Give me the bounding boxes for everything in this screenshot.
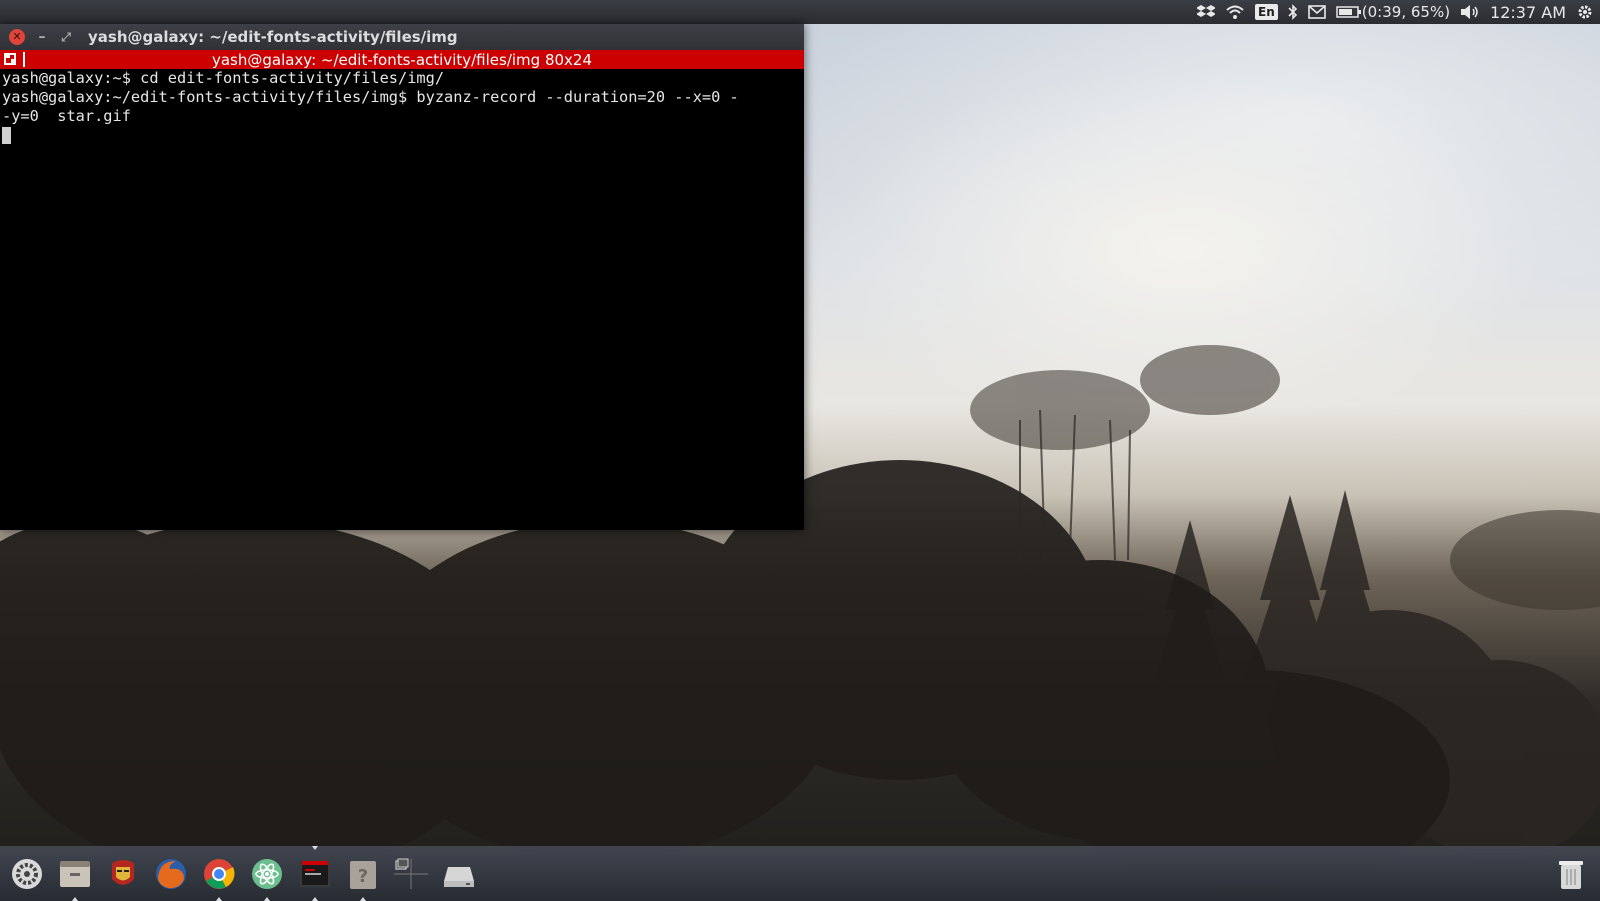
- window-titlebar[interactable]: ✕ – ⤢ yash@galaxy: ~/edit-fonts-activity…: [0, 24, 804, 50]
- keyboard-language-indicator[interactable]: En: [1255, 0, 1278, 24]
- terminal-line: -y=0 star.gif: [2, 107, 131, 125]
- settings-gear-icon[interactable]: [1576, 0, 1594, 24]
- atom-editor-icon[interactable]: [248, 855, 286, 901]
- active-indicator: [312, 846, 318, 850]
- terminal-output[interactable]: yash@galaxy:~$ cd edit-fonts-activity/fi…: [0, 69, 804, 145]
- chrome-icon[interactable]: [200, 855, 238, 901]
- terminal-tab-header[interactable]: yash@galaxy: ~/edit-fonts-activity/files…: [0, 50, 804, 69]
- firefox-icon[interactable]: [152, 855, 190, 893]
- close-button[interactable]: ✕: [9, 29, 25, 45]
- ironman-app-icon[interactable]: [104, 855, 142, 893]
- dock: ?: [0, 846, 1600, 901]
- header-divider: [23, 52, 25, 67]
- text-cursor: [2, 127, 11, 144]
- battery-status-text: (0:39, 65%): [1361, 3, 1451, 21]
- maximize-button[interactable]: ⤢: [58, 29, 74, 45]
- terminal-window[interactable]: ✕ – ⤢ yash@galaxy: ~/edit-fonts-activity…: [0, 24, 804, 530]
- system-settings-icon[interactable]: [8, 855, 46, 893]
- terminal-menu-icon[interactable]: [4, 53, 16, 65]
- keyboard-language-label: En: [1255, 4, 1278, 20]
- running-indicator: [264, 897, 270, 901]
- top-panel: En (0:39, 65%) 12:37 AM: [0, 0, 1600, 24]
- terminal-line: yash@galaxy:~/edit-fonts-activity/files/…: [2, 88, 739, 106]
- terminal-icon[interactable]: [296, 846, 334, 901]
- mail-icon[interactable]: [1307, 0, 1326, 24]
- wifi-icon[interactable]: [1225, 0, 1245, 24]
- file-manager-icon[interactable]: [56, 855, 94, 901]
- volume-icon[interactable]: [1460, 0, 1480, 24]
- window-title: yash@galaxy: ~/edit-fonts-activity/files…: [88, 28, 458, 46]
- workspace-switcher-icon[interactable]: [392, 855, 430, 893]
- terminal-cursor-line: [2, 126, 802, 145]
- help-icon[interactable]: ?: [344, 855, 382, 901]
- clock[interactable]: 12:37 AM: [1490, 0, 1566, 24]
- battery-icon: [1336, 6, 1361, 18]
- running-indicator: [216, 897, 222, 901]
- minimize-button[interactable]: –: [34, 29, 50, 45]
- terminal-header-title: yash@galaxy: ~/edit-fonts-activity/files…: [211, 50, 593, 69]
- running-indicator: [72, 897, 78, 901]
- system-tray: En (0:39, 65%) 12:37 AM: [1197, 0, 1600, 24]
- running-indicator: [360, 897, 366, 901]
- battery-indicator[interactable]: (0:39, 65%): [1336, 0, 1450, 24]
- trash-icon[interactable]: [1552, 855, 1590, 893]
- running-indicator: [312, 897, 318, 901]
- svg-text:?: ?: [358, 866, 368, 887]
- terminal-line: yash@galaxy:~$ cd edit-fonts-activity/fi…: [2, 69, 445, 87]
- bluetooth-icon[interactable]: [1288, 0, 1298, 24]
- drive-icon[interactable]: [440, 855, 478, 893]
- dropbox-icon[interactable]: [1197, 0, 1216, 24]
